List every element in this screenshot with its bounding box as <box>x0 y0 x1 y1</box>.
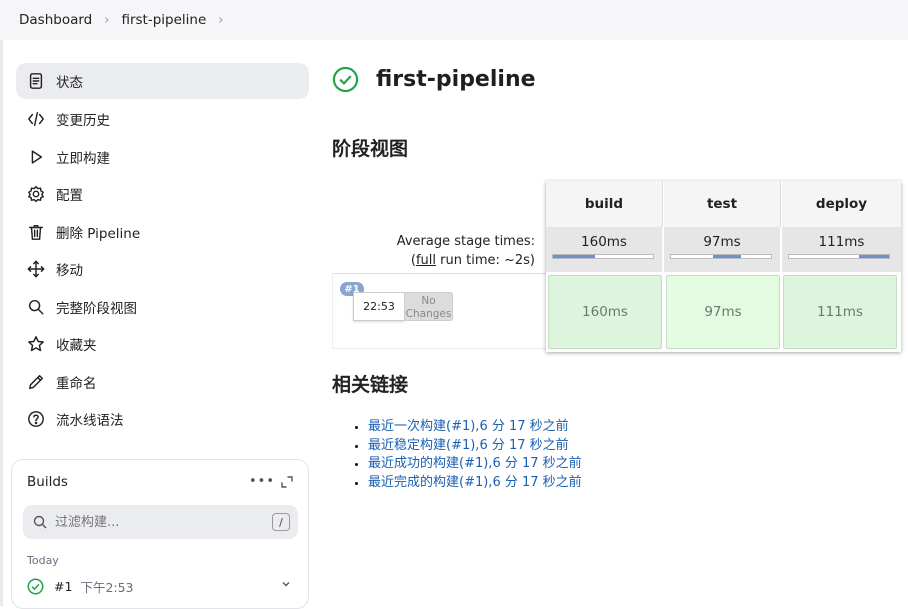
sidebar-item-label: 状态 <box>56 75 83 91</box>
play-icon <box>26 147 46 167</box>
stage-progress-fill <box>713 255 741 258</box>
stage-progress-bar <box>788 254 890 259</box>
stage-header-deploy: deploy <box>782 181 901 227</box>
page-title: first-pipeline <box>332 66 536 93</box>
stage-avg-deploy: 111ms <box>782 227 901 272</box>
filter-builds-field[interactable]: / <box>23 505 298 539</box>
shortcut-key: / <box>272 513 290 531</box>
related-links-list: 最近一次构建(#1),6 分 17 秒之前 最近稳定构建(#1),6 分 17 … <box>368 418 582 493</box>
move-icon <box>26 259 46 279</box>
search-icon <box>26 297 46 317</box>
sidebar-item-label: 移动 <box>56 263 83 280</box>
gear-icon <box>26 184 46 204</box>
run-row: #1 22:53 No Changes <box>332 273 547 349</box>
related-link-last-stable[interactable]: 最近稳定构建(#1),6 分 17 秒之前 <box>368 437 582 456</box>
sidebar-item-full-stage-view[interactable]: 完整阶段视图 <box>16 288 309 326</box>
full-run-time: (full run time: ~2s) <box>315 253 535 268</box>
pencil-icon <box>26 372 46 392</box>
related-link-last-successful[interactable]: 最近成功的构建(#1),6 分 17 秒之前 <box>368 455 582 474</box>
sidebar-item-label: 立即构建 <box>56 150 110 167</box>
sidebar: 状态 变更历史 立即构建 配置 删除 Pipeline 移动 完整阶段视图 收藏… <box>16 63 309 438</box>
sidebar-item-label: 流水线语法 <box>56 413 124 430</box>
stage-avg-value: 111ms <box>818 234 865 250</box>
stage-column-test: test <box>664 181 781 227</box>
run-time: 22:53 <box>353 292 405 321</box>
star-icon <box>26 334 46 354</box>
related-link-last-build[interactable]: 最近一次构建(#1),6 分 17 秒之前 <box>368 418 582 437</box>
breadcrumb: Dashboard › first-pipeline › <box>0 0 908 40</box>
no-changes-badge: No Changes <box>404 292 453 321</box>
builds-panel: Builds ••• / Today #1 下午2:53 <box>11 459 309 609</box>
help-icon <box>26 409 46 429</box>
sidebar-item-favorite[interactable]: 收藏夹 <box>16 326 309 364</box>
build-time: 下午2:53 <box>80 579 134 595</box>
avg-stage-times-label: Average stage times: <box>396 234 535 249</box>
breadcrumb-first-pipeline[interactable]: first-pipeline <box>121 12 206 28</box>
left-edge <box>0 0 3 606</box>
sidebar-item-label: 重命名 <box>56 375 97 392</box>
code-icon <box>26 109 46 129</box>
stage-avg-value: 97ms <box>703 234 741 250</box>
build-row[interactable]: #1 下午2:53 <box>27 576 292 596</box>
related-links-heading: 相关链接 <box>332 374 409 396</box>
stage-view-table: build test deploy 160ms 97ms 111ms 160ms… <box>546 181 901 352</box>
sidebar-item-build-now[interactable]: 立即构建 <box>16 138 309 176</box>
stage-cell-test[interactable]: 97ms <box>666 275 780 349</box>
success-icon <box>27 578 44 594</box>
no-changes-line2: Changes <box>405 308 452 320</box>
full-run-suffix: run time: ~2s) <box>436 253 535 268</box>
sidebar-item-move[interactable]: 移动 <box>16 251 309 289</box>
stage-cell-build[interactable]: 160ms <box>548 275 662 349</box>
build-number[interactable]: #1 <box>54 579 72 594</box>
stage-progress-fill <box>859 255 889 258</box>
search-icon <box>33 515 47 529</box>
breadcrumb-dashboard[interactable]: Dashboard <box>19 12 92 28</box>
sidebar-item-label: 删除 Pipeline <box>56 225 141 242</box>
sidebar-item-label: 完整阶段视图 <box>56 300 137 317</box>
stage-header-build: build <box>546 181 663 227</box>
sidebar-item-label: 变更历史 <box>56 113 110 130</box>
stage-progress-fill <box>553 255 595 258</box>
related-link-last-completed[interactable]: 最近完成的构建(#1),6 分 17 秒之前 <box>368 474 582 493</box>
sidebar-item-changes[interactable]: 变更历史 <box>16 101 309 139</box>
stage-cell-deploy[interactable]: 111ms <box>783 275 897 349</box>
sidebar-item-configure[interactable]: 配置 <box>16 176 309 214</box>
stage-progress-bar <box>552 254 654 259</box>
sidebar-item-label: 配置 <box>56 188 83 205</box>
success-icon <box>332 66 359 93</box>
document-icon <box>26 71 46 91</box>
sidebar-item-delete[interactable]: 删除 Pipeline <box>16 213 309 251</box>
sidebar-item-rename[interactable]: 重命名 <box>16 363 309 401</box>
trash-icon <box>26 222 46 242</box>
filter-builds-input[interactable] <box>55 514 255 530</box>
sidebar-item-pipeline-syntax[interactable]: 流水线语法 <box>16 401 309 439</box>
sidebar-item-status[interactable]: 状态 <box>16 63 309 99</box>
page-title-text: first-pipeline <box>376 67 536 92</box>
stage-progress-bar <box>670 254 772 259</box>
builds-title: Builds <box>27 474 68 490</box>
stage-column-deploy: deploy <box>782 181 901 227</box>
stage-avg-build: 160ms <box>546 227 663 272</box>
chevron-down-icon[interactable] <box>280 578 292 590</box>
stage-column-build: build <box>546 181 663 227</box>
more-options-icon[interactable]: ••• <box>249 474 275 489</box>
stage-header-test: test <box>664 181 781 227</box>
stage-avg-test: 97ms <box>664 227 781 272</box>
chevron-right-icon: › <box>104 12 110 28</box>
build-group-label: Today <box>27 554 59 567</box>
sidebar-item-label: 收藏夹 <box>56 338 97 355</box>
no-changes-line1: No <box>421 295 436 307</box>
stage-avg-value: 160ms <box>581 234 627 250</box>
expand-icon[interactable] <box>280 475 294 489</box>
full-run-link[interactable]: full <box>416 253 436 268</box>
chevron-right-icon[interactable]: › <box>218 13 223 28</box>
stage-view-heading: 阶段视图 <box>332 138 409 160</box>
